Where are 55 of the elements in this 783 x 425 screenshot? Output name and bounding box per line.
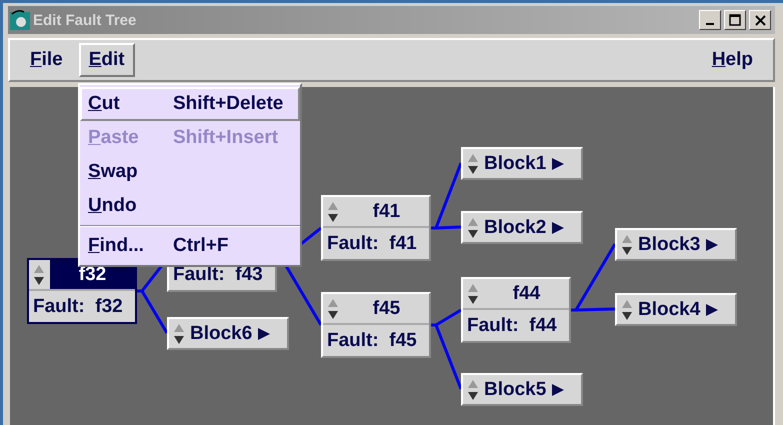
block-node[interactable]: Block1 (461, 147, 583, 180)
node-title[interactable]: Block1 (484, 149, 546, 178)
spinner-icon[interactable] (172, 322, 186, 344)
minimize-button[interactable] (699, 10, 721, 30)
fault-node[interactable]: f32 Fault: f32 (27, 258, 137, 324)
minimize-icon (706, 23, 714, 25)
spinner-icon[interactable] (326, 200, 340, 222)
menu-item[interactable]: File (20, 43, 73, 77)
fault-label: Fault: f44 (466, 314, 557, 336)
node-title[interactable]: Block4 (638, 295, 700, 324)
spinner-icon[interactable] (620, 234, 634, 256)
play-arrow-icon[interactable] (256, 326, 272, 342)
spinner-icon[interactable] (466, 152, 480, 174)
fault-label: Fault: f32 (32, 296, 123, 318)
maximize-icon (729, 14, 741, 26)
play-arrow-icon[interactable] (550, 156, 566, 172)
spinner-icon[interactable] (32, 264, 46, 286)
node-title[interactable]: f41 (344, 197, 429, 226)
node-title[interactable]: Block3 (638, 230, 700, 259)
node-title[interactable]: Block6 (190, 319, 252, 348)
fault-label: Fault: f43 (172, 264, 263, 286)
block-node[interactable]: Block3 (615, 228, 737, 261)
spinner-icon[interactable] (466, 378, 480, 400)
window-title: Edit Fault Tree (33, 12, 138, 28)
spinner-icon[interactable] (466, 282, 480, 304)
node-title[interactable]: Block2 (484, 213, 546, 242)
block-node[interactable]: Block6 (167, 317, 289, 350)
menu-item[interactable]: Undo (80, 189, 300, 223)
connector-line (137, 290, 168, 334)
fault-label: Fault: f41 (326, 232, 417, 254)
close-button[interactable] (749, 10, 771, 30)
spinner-icon[interactable] (466, 216, 480, 238)
close-icon (754, 14, 766, 26)
menu-item[interactable]: Edit (78, 43, 135, 77)
fault-node[interactable]: f41 Fault: f41 (321, 195, 431, 261)
block-node[interactable]: Block4 (615, 293, 737, 326)
play-arrow-icon[interactable] (704, 236, 720, 252)
play-arrow-icon[interactable] (704, 302, 720, 318)
fault-label: Fault: f45 (326, 330, 417, 352)
play-arrow-icon[interactable] (550, 382, 566, 398)
block-node[interactable]: Block5 (461, 373, 583, 406)
fault-node[interactable]: f44 Fault: f44 (461, 277, 571, 343)
app-icon (10, 10, 30, 30)
fault-node[interactable]: f45 Fault: f45 (321, 292, 431, 358)
node-title[interactable]: f44 (484, 279, 569, 308)
block-node[interactable]: Block2 (461, 211, 583, 244)
menu-item[interactable]: Cut Shift+Delete (80, 87, 300, 121)
node-title[interactable]: Block5 (484, 375, 546, 404)
play-arrow-icon[interactable] (550, 220, 566, 236)
maximize-button[interactable] (724, 10, 746, 30)
menu-item[interactable]: Swap (80, 155, 300, 189)
spinner-icon[interactable] (620, 298, 634, 320)
menu-item[interactable]: Help (702, 43, 763, 77)
spinner-icon[interactable] (326, 298, 340, 320)
node-title[interactable]: f45 (344, 294, 429, 323)
